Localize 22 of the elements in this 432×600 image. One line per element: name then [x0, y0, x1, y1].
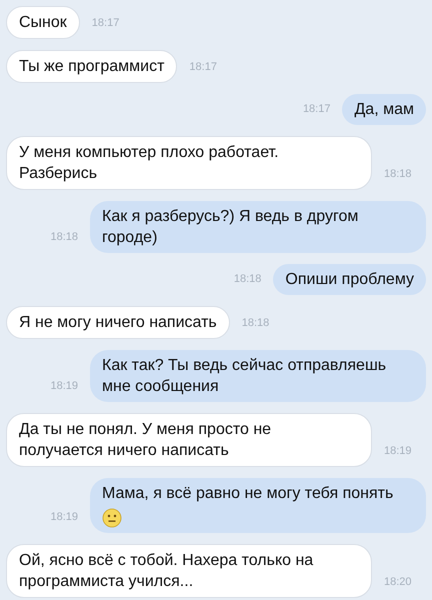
message-time: 18:18: [50, 230, 78, 244]
outgoing-message: Да, мам: [342, 94, 426, 125]
incoming-message: Ой, ясно всё с тобой. Нахера только на программиста учился...: [6, 544, 372, 598]
message-time: 18:17: [92, 16, 120, 30]
message-time: 18:17: [302, 102, 330, 116]
incoming-message: У меня компьютер плохо работает. Разберись: [6, 136, 372, 190]
message-time: 18:18: [242, 316, 270, 330]
incoming-message: Да ты не понял. У меня просто не получается ничего написать: [6, 413, 372, 467]
message-time: 18:17: [189, 60, 217, 74]
message-time: 18:19: [50, 378, 78, 394]
incoming-message: Я не могу ничего написать: [6, 306, 230, 339]
outgoing-message: Как я разберусь?) Я ведь в другом городе): [90, 201, 426, 253]
message-time: 18:18: [234, 272, 262, 286]
outgoing-message: Как так? Ты ведь сейчас отправляешь мне сообщения: [90, 350, 426, 402]
outgoing-message: Мама, я всё равно не могу тебя понять: [90, 478, 426, 533]
message-time: 18:19: [50, 510, 78, 524]
incoming-message: Ты же программист: [6, 50, 178, 83]
outgoing-message: Опиши проблему: [273, 264, 426, 295]
message-time: 18:20: [384, 574, 412, 590]
message-time: 18:18: [384, 166, 412, 182]
incoming-message: Сынок: [6, 6, 80, 39]
message-time: 18:19: [384, 444, 412, 458]
